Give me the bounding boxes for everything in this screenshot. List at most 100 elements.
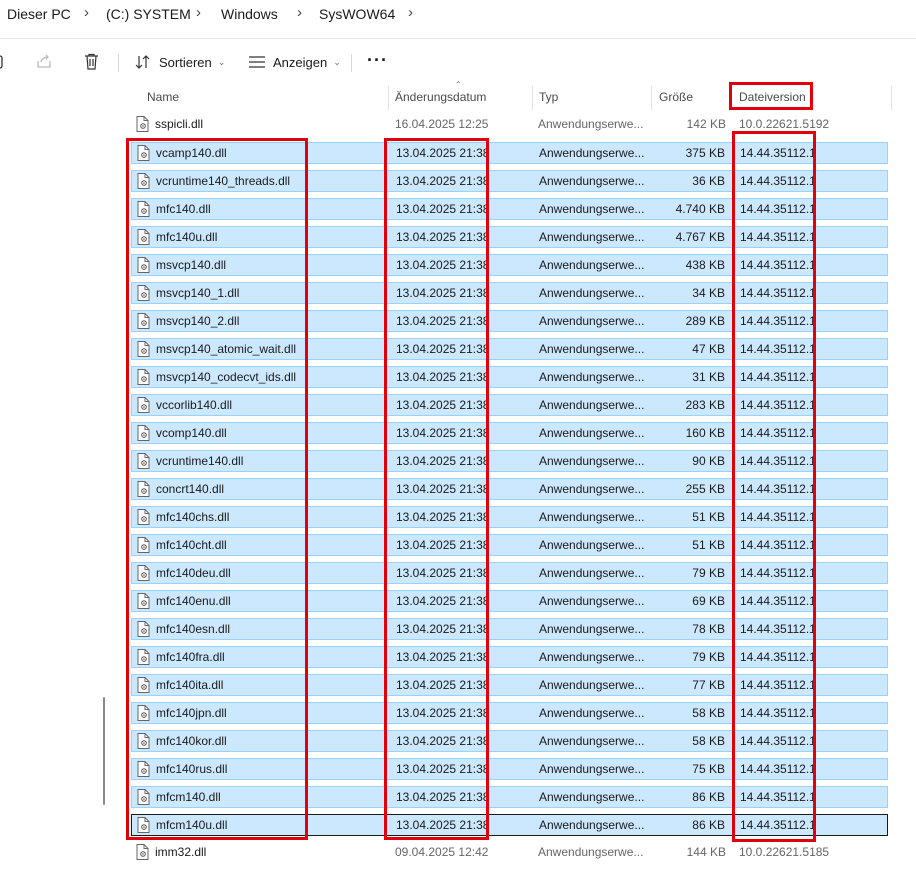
highlight-name-column	[126, 138, 308, 840]
file-size: 4.767 KB	[675, 230, 725, 244]
column-header-date[interactable]: Änderungsdatum	[395, 90, 486, 104]
breadcrumb-item-syswow64[interactable]: SysWOW64	[319, 6, 395, 22]
file-type: Anwendungserwe...	[539, 566, 645, 580]
view-list-icon	[249, 56, 265, 68]
file-size: 4.740 KB	[675, 202, 725, 216]
column-header-name[interactable]: Name	[147, 90, 179, 104]
breadcrumb-item-windows[interactable]: Windows	[221, 6, 278, 22]
chevron-right-icon[interactable]: ›	[297, 4, 302, 21]
column-divider[interactable]	[388, 86, 389, 110]
file-size: 75 KB	[692, 762, 725, 776]
toolbar-separator	[118, 54, 119, 72]
view-button[interactable]: Anzeigen ⌄	[248, 52, 341, 72]
file-type: Anwendungserwe...	[539, 706, 645, 720]
file-size: 142 KB	[686, 117, 726, 131]
highlight-date-column	[384, 138, 489, 840]
file-size: 90 KB	[692, 454, 725, 468]
file-modified-date: 09.04.2025 12:42	[395, 845, 489, 859]
chevron-right-icon[interactable]: ›	[196, 4, 201, 21]
breadcrumb-item-dieser-pc[interactable]: Dieser PC	[7, 6, 71, 22]
file-type: Anwendungserwe...	[539, 174, 645, 188]
file-type: Anwendungserwe...	[539, 734, 645, 748]
file-version: 10.0.22621.5192	[739, 117, 830, 131]
column-header-type[interactable]: Typ	[539, 90, 558, 104]
dll-file-icon	[136, 116, 149, 132]
chevron-right-icon[interactable]: ›	[84, 4, 89, 21]
file-name: imm32.dll	[155, 845, 207, 859]
sort-button[interactable]: Sortieren ⌄	[135, 52, 225, 72]
file-type: Anwendungserwe...	[539, 370, 645, 384]
chevron-down-icon: ⌄	[333, 56, 341, 67]
file-size: 86 KB	[692, 790, 725, 804]
file-type: Anwendungserwe...	[538, 117, 644, 131]
delete-icon[interactable]	[84, 53, 99, 70]
breadcrumb-item-system-drive[interactable]: (C:) SYSTEM	[106, 6, 191, 22]
file-size: 58 KB	[692, 706, 725, 720]
breadcrumb: Dieser PC › (C:) SYSTEM › Windows › SysW…	[0, 0, 916, 30]
file-size: 34 KB	[692, 286, 725, 300]
file-type: Anwendungserwe...	[539, 314, 645, 328]
navigation-pane	[0, 86, 100, 870]
command-bar: Sortieren ⌄ Anzeigen ⌄	[0, 40, 916, 84]
share-icon[interactable]	[36, 53, 52, 69]
column-header-size[interactable]: Größe	[659, 90, 693, 104]
file-type: Anwendungserwe...	[539, 342, 645, 356]
file-modified-date: 16.04.2025 12:25	[395, 117, 489, 131]
divider	[0, 38, 916, 39]
file-type: Anwendungserwe...	[539, 426, 645, 440]
file-type: Anwendungserwe...	[539, 202, 645, 216]
file-type: Anwendungserwe...	[539, 510, 645, 524]
sort-icon	[135, 55, 150, 69]
file-size: 160 KB	[685, 426, 725, 440]
file-type: Anwendungserwe...	[539, 454, 645, 468]
file-size: 51 KB	[692, 538, 725, 552]
file-size: 31 KB	[692, 370, 725, 384]
sort-label: Sortieren	[159, 54, 212, 70]
file-type: Anwendungserwe...	[539, 790, 645, 804]
highlight-version-column	[732, 131, 816, 842]
file-size: 77 KB	[692, 678, 725, 692]
file-type: Anwendungserwe...	[539, 230, 645, 244]
file-type: Anwendungserwe...	[539, 594, 645, 608]
chevron-right-icon[interactable]: ›	[408, 4, 413, 21]
file-type: Anwendungserwe...	[539, 482, 645, 496]
view-label: Anzeigen	[273, 54, 328, 70]
file-size: 36 KB	[692, 174, 725, 188]
file-type: Anwendungserwe...	[539, 678, 645, 692]
highlight-version-header	[729, 82, 813, 110]
navigation-scrollbar[interactable]	[103, 697, 105, 805]
file-size: 78 KB	[692, 622, 725, 636]
chevron-down-icon: ⌄	[217, 56, 226, 67]
file-size: 79 KB	[692, 650, 725, 664]
file-size: 58 KB	[692, 734, 725, 748]
file-size: 255 KB	[685, 482, 725, 496]
file-size: 86 KB	[692, 818, 725, 832]
file-size: 438 KB	[685, 258, 725, 272]
file-size: 375 KB	[685, 146, 725, 160]
column-divider[interactable]	[651, 86, 652, 110]
rename-icon[interactable]	[0, 53, 6, 71]
more-options-button[interactable]: ···	[367, 50, 388, 71]
file-size: 289 KB	[685, 314, 725, 328]
file-name: sspicli.dll	[155, 117, 204, 131]
file-size: 283 KB	[685, 398, 725, 412]
file-version: 10.0.22621.5185	[739, 845, 830, 859]
column-divider[interactable]	[532, 86, 533, 110]
file-size: 79 KB	[692, 566, 725, 580]
file-row[interactable]: imm32.dll 09.04.2025 12:42 Anwendungserwe.…	[131, 842, 888, 864]
file-type: Anwendungserwe...	[539, 622, 645, 636]
file-size: 69 KB	[692, 594, 725, 608]
file-size: 144 KB	[686, 845, 726, 859]
file-type: Anwendungserwe...	[539, 146, 645, 160]
sort-indicator-icon: ⌃	[455, 80, 462, 89]
file-type: Anwendungserwe...	[539, 762, 645, 776]
file-type: Anwendungserwe...	[539, 650, 645, 664]
file-size: 51 KB	[692, 510, 725, 524]
toolbar-separator	[351, 54, 352, 72]
file-type: Anwendungserwe...	[539, 286, 645, 300]
file-type: Anwendungserwe...	[539, 538, 645, 552]
dll-file-icon	[136, 844, 149, 860]
column-divider[interactable]	[891, 86, 892, 110]
file-type: Anwendungserwe...	[539, 398, 645, 412]
file-type: Anwendungserwe...	[538, 845, 644, 859]
